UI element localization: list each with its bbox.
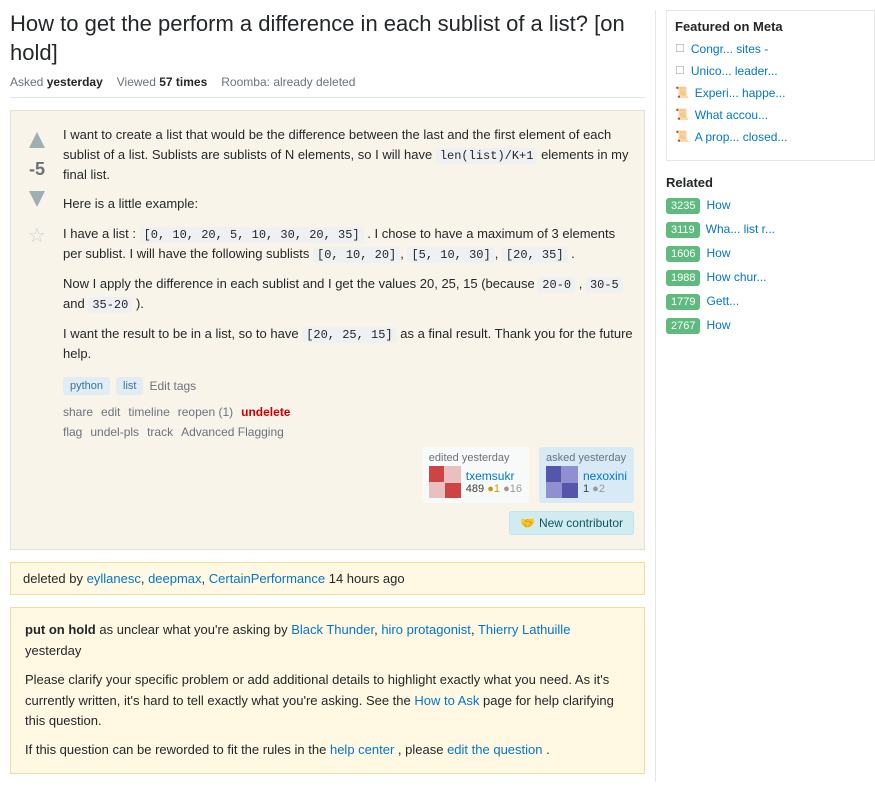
asked-card: asked yesterday nexoxini 1	[539, 447, 634, 503]
edited-card: edited yesterday txemsukr 489	[422, 447, 529, 503]
asked-label: asked yesterday	[546, 452, 627, 464]
related-item-5: 1779 Gett...	[666, 294, 875, 310]
related-score-2: 3119	[666, 222, 700, 238]
undelete-link[interactable]: undelete	[241, 405, 290, 419]
related-link-2[interactable]: Wha... list r...	[706, 222, 775, 238]
track-link[interactable]: track	[147, 425, 173, 439]
tag-python[interactable]: python	[63, 377, 110, 395]
editor-info: edited yesterday txemsukr 489	[63, 447, 634, 503]
asked-meta: Asked yesterday	[10, 75, 103, 89]
question-title: How to get the perform a difference in e…	[10, 10, 645, 67]
post-body: I want to create a list that would be th…	[55, 121, 634, 539]
question-block: -5 ☆ I want to create a list that would …	[10, 110, 645, 550]
downvote-button[interactable]	[22, 184, 52, 214]
post-actions-2: flag undel-pls track Advanced Flagging	[63, 425, 634, 439]
edit-link[interactable]: edit	[101, 405, 120, 419]
undel-pls-link[interactable]: undel-pls	[90, 425, 139, 439]
scroll-icon-3: 📜	[675, 130, 689, 143]
related-item-6: 2767 How	[666, 318, 875, 334]
on-hold-notice: put on hold as unclear what you're askin…	[10, 607, 645, 774]
edited-label: edited yesterday	[429, 452, 522, 464]
related-link-1[interactable]: How	[706, 198, 730, 214]
related-score-4: 1988	[666, 270, 700, 286]
featured-item-2[interactable]: ☐ Unico... leader...	[675, 64, 866, 78]
upvote-button[interactable]	[22, 125, 52, 155]
post-actions: share edit timeline reopen (1) undelete	[63, 405, 634, 419]
asker-avatar	[546, 466, 578, 498]
asker-rep: 1 ●2	[583, 483, 627, 495]
related-box: Related 3235 How 3119 Wha... list r... 1…	[666, 175, 875, 334]
help-center-link[interactable]: help center	[330, 742, 394, 757]
hiro-link[interactable]: hiro protagonist	[381, 622, 471, 637]
related-link-5[interactable]: Gett...	[706, 294, 739, 310]
body-p1: I want to create a list that would be th…	[63, 125, 634, 184]
edit-tags-link[interactable]: Edit tags	[149, 379, 196, 393]
related-item-1: 3235 How	[666, 198, 875, 214]
body-p4: Now I apply the difference in each subli…	[63, 274, 634, 314]
sidebar: Featured on Meta ☐ Congr... sites - ☐ Un…	[655, 10, 875, 782]
featured-item-1[interactable]: ☐ Congr... sites -	[675, 42, 866, 56]
viewed-meta: Viewed 57 times	[117, 75, 208, 89]
featured-title: Featured on Meta	[675, 19, 866, 34]
timeline-link[interactable]: timeline	[128, 405, 169, 419]
on-hold-p2: If this question can be reworded to fit …	[25, 740, 630, 761]
share-link[interactable]: share	[63, 405, 93, 419]
related-title: Related	[666, 175, 875, 190]
featured-item-4[interactable]: 📜 What accou...	[675, 108, 866, 122]
vote-count: -5	[29, 159, 45, 180]
related-score-5: 1779	[666, 294, 700, 310]
related-score-1: 3235	[666, 198, 700, 214]
related-link-3[interactable]: How	[706, 246, 730, 262]
related-link-6[interactable]: How	[706, 318, 730, 334]
related-item-4: 1988 How chur...	[666, 270, 875, 286]
deleter-link-1[interactable]: eyllanesc	[87, 571, 141, 586]
featured-box: Featured on Meta ☐ Congr... sites - ☐ Un…	[666, 10, 875, 161]
new-contributor-label: New contributor	[539, 516, 623, 530]
how-to-ask-link[interactable]: How to Ask	[414, 693, 479, 708]
roomba-meta: Roomba: already deleted	[221, 75, 355, 89]
related-link-4[interactable]: How chur...	[706, 270, 766, 286]
vote-cell: -5 ☆	[19, 121, 55, 539]
featured-item-3[interactable]: 📜 Experi... happe...	[675, 86, 866, 100]
body-p2: Here is a little example:	[63, 194, 634, 214]
checkbox-icon-2: ☐	[675, 64, 685, 77]
related-item-2: 3119 Wha... list r...	[666, 222, 875, 238]
asker-name[interactable]: nexoxini	[583, 469, 627, 483]
deleter-link-2[interactable]: deepmax	[148, 571, 201, 586]
editor-avatar	[429, 466, 461, 498]
tag-list[interactable]: list	[116, 377, 143, 395]
black-thunder-link[interactable]: Black Thunder	[291, 622, 374, 637]
deleter-link-3[interactable]: CertainPerformance	[209, 571, 325, 586]
on-hold-p1: Please clarify your specific problem or …	[25, 670, 630, 732]
tags-row: python list Edit tags	[63, 377, 634, 395]
edit-question-link[interactable]: edit the question	[447, 742, 542, 757]
editor-rep: 489 ●1 ●16	[466, 483, 522, 495]
related-item-3: 1606 How	[666, 246, 875, 262]
deleted-notice: deleted by eyllanesc, deepmax, CertainPe…	[10, 562, 645, 595]
new-contributor-icon: 🤝	[520, 516, 535, 530]
advanced-flagging-link[interactable]: Advanced Flagging	[181, 425, 284, 439]
scroll-icon-1: 📜	[675, 86, 689, 99]
body-p3: I have a list : [0, 10, 20, 5, 10, 30, 2…	[63, 224, 634, 264]
checkbox-icon-1: ☐	[675, 42, 685, 55]
featured-item-5[interactable]: 📜 A prop... closed...	[675, 130, 866, 144]
body-p5: I want the result to be in a list, so to…	[63, 324, 634, 364]
question-area: -5 ☆ I want to create a list that would …	[19, 121, 634, 539]
new-contributor-badge: 🤝 New contributor	[509, 511, 634, 535]
scroll-icon-2: 📜	[675, 108, 689, 121]
related-score-3: 1606	[666, 246, 700, 262]
editor-name[interactable]: txemsukr	[466, 469, 522, 483]
question-meta: Asked yesterday Viewed 57 times Roomba: …	[10, 75, 645, 98]
flag-link[interactable]: flag	[63, 425, 82, 439]
on-hold-text: put on hold	[25, 622, 96, 637]
related-score-6: 2767	[666, 318, 700, 334]
favorite-button[interactable]: ☆	[22, 220, 52, 250]
thierry-link[interactable]: Thierry Lathuille	[478, 622, 571, 637]
reopen-link[interactable]: reopen (1)	[178, 405, 233, 419]
